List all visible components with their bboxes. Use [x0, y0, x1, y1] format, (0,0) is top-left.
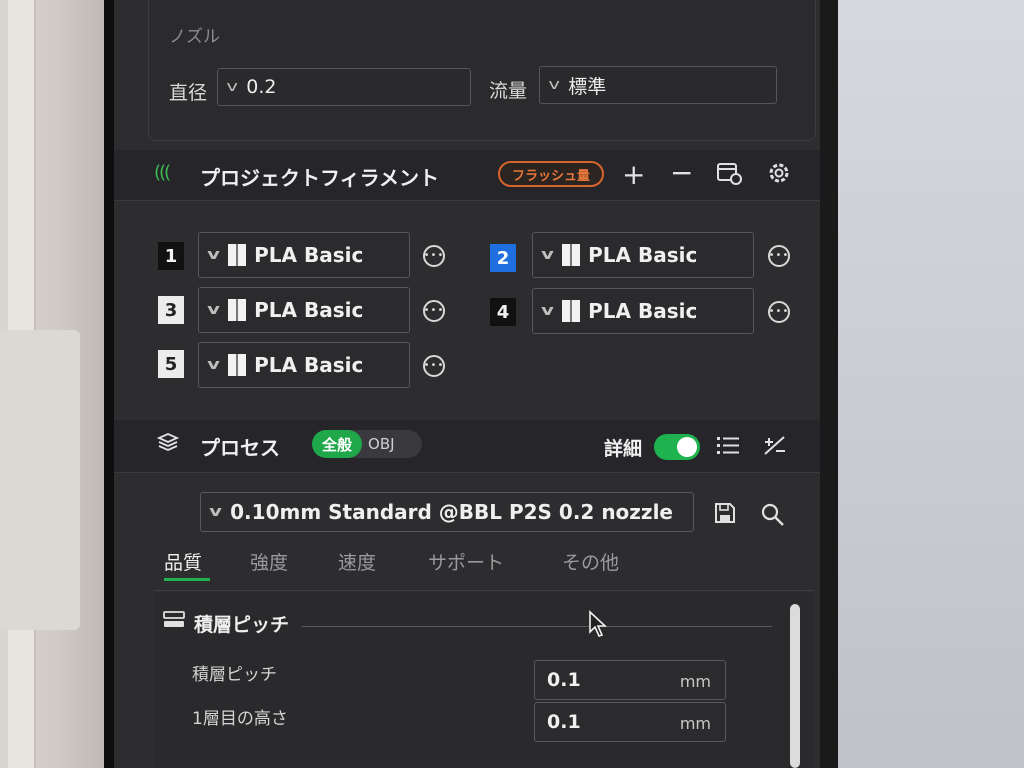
filament-swatch-icon — [562, 300, 581, 322]
flow-label: 流量 — [489, 80, 528, 102]
more-icon[interactable]: ••• — [768, 245, 790, 267]
filament-select-5[interactable]: v PLA Basic — [198, 342, 410, 388]
process-header: プロセス — [114, 420, 820, 473]
filament-material-3: PLA Basic — [254, 298, 364, 322]
list-icon[interactable] — [716, 434, 740, 462]
setting-label-first-layer-height: 1層目の高さ — [192, 709, 288, 729]
sync-icon[interactable] — [716, 160, 742, 192]
chevron-down-icon: v — [207, 247, 220, 263]
flow-value: 標準 — [568, 75, 607, 98]
nozzle-box: ノズル 直径 v 0.2 流量 v 標準 — [148, 0, 816, 141]
monitor-bezel — [104, 0, 114, 768]
filament-select-4[interactable]: v PLA Basic — [532, 288, 754, 334]
filament-material-4: PLA Basic — [588, 299, 698, 323]
slot-number-3: 3 — [158, 296, 184, 324]
scope-toggle[interactable]: 全般 OBJ — [312, 430, 422, 458]
scrollbar[interactable] — [790, 604, 800, 768]
background-left — [0, 0, 108, 768]
more-icon[interactable]: ••• — [423, 355, 445, 377]
filament-header: ((( プロジェクトフィラメント フラッシュ量 + − — [114, 150, 820, 201]
tab-others[interactable]: その他 — [562, 548, 619, 575]
tab-support[interactable]: サポート — [428, 548, 504, 575]
layer-height-value: 0.1 — [547, 669, 581, 691]
group-title-layer-height: 積層ピッチ — [194, 614, 290, 636]
minus-icon[interactable]: − — [670, 156, 693, 189]
first-layer-height-value: 0.1 — [547, 711, 581, 733]
search-icon[interactable] — [760, 502, 786, 534]
tab-strength[interactable]: 強度 — [250, 548, 288, 575]
filament-icon: ((( — [154, 162, 171, 183]
filament-select-3[interactable]: v PLA Basic — [198, 287, 410, 333]
chevron-down-icon: v — [207, 357, 220, 373]
chevron-down-icon: v — [548, 77, 560, 93]
filament-material-5: PLA Basic — [254, 353, 364, 377]
filament-select-2[interactable]: v PLA Basic — [532, 232, 754, 278]
filament-material-1: PLA Basic — [254, 243, 364, 267]
slot-number-2: 2 — [490, 244, 516, 272]
tabs-divider — [154, 590, 814, 591]
diameter-value: 0.2 — [246, 76, 277, 98]
slot-number-1: 1 — [158, 242, 184, 270]
flow-select[interactable]: v 標準 — [539, 66, 777, 104]
filament-swatch-icon — [562, 244, 581, 266]
tab-speed[interactable]: 速度 — [338, 548, 376, 575]
group-divider — [302, 626, 772, 627]
plus-icon[interactable]: + — [622, 158, 645, 191]
slot-number-5: 5 — [158, 350, 184, 378]
gear-icon[interactable] — [766, 160, 792, 192]
more-icon[interactable]: ••• — [768, 301, 790, 323]
slot-number-4: 4 — [490, 298, 516, 326]
layer-height-unit: mm — [679, 672, 711, 691]
compare-icon[interactable] — [762, 434, 788, 464]
first-layer-height-input[interactable]: 0.1 mm — [534, 702, 726, 742]
process-preset-select[interactable]: v 0.10mm Standard @BBL P2S 0.2 nozzle — [200, 492, 694, 532]
process-preset-value: 0.10mm Standard @BBL P2S 0.2 nozzle — [230, 500, 673, 524]
screen-edge — [820, 0, 838, 768]
filament-swatch-icon — [228, 354, 247, 376]
diameter-label: 直径 — [169, 82, 208, 104]
switch-knob — [677, 437, 697, 457]
filament-select-1[interactable]: v PLA Basic — [198, 232, 410, 278]
background-right — [838, 0, 1024, 768]
scope-global[interactable]: 全般 — [312, 430, 363, 458]
detail-switch[interactable] — [654, 434, 700, 460]
detail-label: 詳細 — [604, 438, 643, 460]
more-icon[interactable]: ••• — [423, 300, 445, 322]
filament-swatch-icon — [228, 244, 247, 266]
save-icon[interactable] — [714, 502, 736, 530]
active-tab-indicator — [164, 578, 210, 581]
chevron-down-icon: v — [209, 504, 222, 520]
flush-volume-button[interactable]: フラッシュ量 — [498, 161, 604, 187]
layers-icon — [156, 430, 180, 460]
chevron-down-icon: v — [541, 247, 554, 263]
nozzle-title: ノズル — [169, 27, 220, 47]
chevron-down-icon: v — [226, 79, 238, 95]
setting-label-layer-height: 積層ピッチ — [192, 665, 277, 685]
more-icon[interactable]: ••• — [423, 245, 445, 267]
chevron-down-icon: v — [207, 302, 220, 318]
layer-height-input[interactable]: 0.1 mm — [534, 660, 726, 700]
first-layer-height-unit: mm — [679, 714, 711, 733]
chevron-down-icon: v — [541, 303, 554, 319]
settings-panel: ノズル 直径 v 0.2 流量 v 標準 ((( プロジェクトフィラメント フラ… — [114, 0, 820, 768]
diameter-select[interactable]: v 0.2 — [217, 68, 471, 106]
layer-height-icon — [162, 610, 186, 636]
filament-swatch-icon — [228, 299, 247, 321]
tab-quality[interactable]: 品質 — [164, 548, 202, 575]
background-bracket — [0, 330, 80, 630]
filament-material-2: PLA Basic — [588, 243, 698, 267]
filament-section-title: プロジェクトフィラメント — [200, 166, 439, 190]
process-title: プロセス — [200, 436, 280, 460]
scope-object[interactable]: OBJ — [362, 435, 395, 453]
